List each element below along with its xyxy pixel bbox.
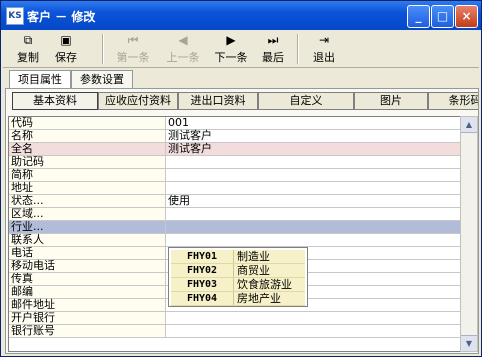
property-label: 区域...: [9, 208, 166, 220]
window-title: 客户 － 修改: [27, 10, 96, 24]
property-value[interactable]: 测试客户: [166, 143, 461, 155]
tab-basic-info[interactable]: 基本资料: [12, 92, 98, 110]
minimize-button[interactable]: _: [407, 5, 430, 28]
property-row[interactable]: 开户银行: [9, 312, 461, 325]
property-row[interactable]: 助记码: [9, 156, 461, 169]
property-row[interactable]: 代码 001: [9, 117, 461, 130]
property-row[interactable]: 联系人: [9, 234, 461, 247]
dropdown-item[interactable]: FHY04 房地产业: [171, 292, 305, 306]
toolbar: ⧉ 复制 ▣ 保存 ⏮ 第一条 ◀ 上一条 ▶ 下一条 ⏭ 最后 ⇥ 退出: [3, 31, 479, 68]
property-label: 状态...: [9, 195, 166, 207]
property-label: 银行账号: [9, 325, 166, 337]
tab-import-export[interactable]: 进出口资料: [178, 92, 258, 110]
property-label: 邮编: [9, 286, 166, 298]
properties-panel: 基本资料 应收应付资料 进出口资料 自定义 图片 条形码 代码 001 名称 测试客…: [5, 88, 479, 354]
industry-name: 房地产业: [237, 292, 281, 305]
prev-icon: ◀: [178, 33, 188, 47]
tab-parameter-settings[interactable]: 参数设置: [71, 70, 133, 88]
copy-icon: ⧉: [23, 33, 33, 47]
property-label: 联系人: [9, 234, 166, 246]
property-value[interactable]: 001: [166, 117, 189, 129]
property-label: 移动电话: [9, 260, 166, 272]
property-value[interactable]: 使用: [166, 195, 190, 207]
property-row-selected[interactable]: 行业...: [9, 221, 461, 234]
first-label: 第一条: [116, 51, 150, 64]
property-label: 开户银行: [9, 312, 166, 324]
last-record-button[interactable]: ⏭ 最后: [257, 32, 289, 66]
property-row[interactable]: 全名 测试客户: [9, 143, 461, 156]
scroll-down-icon[interactable]: ▼: [461, 335, 477, 351]
last-label: 最后: [262, 51, 284, 64]
title-bar[interactable]: KS 客户 － 修改 _ □ ×: [1, 1, 481, 30]
tab-picture[interactable]: 图片: [354, 92, 428, 110]
exit-button[interactable]: ⇥ 退出: [309, 32, 339, 66]
exit-label: 退出: [313, 51, 335, 64]
scroll-up-icon[interactable]: ▲: [461, 117, 477, 133]
property-value[interactable]: [166, 182, 168, 194]
prev-label: 上一条: [166, 51, 200, 64]
property-label: 名称: [9, 130, 166, 142]
property-row[interactable]: 状态... 使用: [9, 195, 461, 208]
industry-code: FHY01: [171, 250, 234, 263]
next-label: 下一条: [214, 51, 248, 64]
property-label: 地址: [9, 182, 166, 194]
property-label: 行业...: [9, 221, 166, 233]
industry-code: FHY04: [171, 292, 234, 305]
property-label: 代码: [9, 117, 166, 129]
property-row[interactable]: 区域...: [9, 208, 461, 221]
copy-button[interactable]: ⧉ 复制: [13, 32, 43, 66]
app-logo-icon: KS: [6, 7, 24, 25]
close-button[interactable]: ×: [455, 5, 478, 28]
property-value[interactable]: [166, 312, 168, 324]
last-icon: ⏭: [267, 33, 279, 47]
property-row[interactable]: 地址: [9, 182, 461, 195]
property-label: 邮件地址: [9, 299, 166, 311]
dropdown-item[interactable]: FHY03 饮食旅游业: [171, 278, 305, 292]
industry-name: 商贸业: [237, 264, 270, 277]
dropdown-item[interactable]: FHY01 制造业: [171, 250, 305, 264]
first-icon: ⏮: [127, 33, 139, 47]
copy-label: 复制: [17, 51, 39, 64]
property-value[interactable]: [166, 221, 461, 233]
industry-code: FHY02: [171, 264, 234, 277]
property-row[interactable]: 简称: [9, 169, 461, 182]
property-value[interactable]: [166, 325, 168, 337]
first-record-button[interactable]: ⏮ 第一条: [111, 32, 155, 66]
property-label: 传真: [9, 273, 166, 285]
inner-tab-strip: 基本资料 应收应付资料 进出口资料 自定义 图片 条形码: [8, 92, 478, 110]
maximize-button[interactable]: □: [431, 5, 454, 28]
toolbar-separator: [102, 34, 104, 64]
property-row[interactable]: 名称 测试客户: [9, 130, 461, 143]
property-label: 助记码: [9, 156, 166, 168]
property-value[interactable]: [166, 208, 168, 220]
dropdown-item[interactable]: FHY02 商贸业: [171, 264, 305, 278]
next-icon: ▶: [226, 33, 236, 47]
next-record-button[interactable]: ▶ 下一条: [209, 32, 253, 66]
exit-icon: ⇥: [318, 33, 330, 47]
property-value[interactable]: [166, 156, 168, 168]
property-value[interactable]: [166, 169, 168, 181]
toolbar-separator: [297, 34, 299, 64]
tab-custom[interactable]: 自定义: [258, 92, 354, 110]
save-icon: ▣: [60, 33, 72, 47]
save-label: 保存: [55, 51, 77, 64]
property-label: 电话: [9, 247, 166, 259]
tab-barcode[interactable]: 条形码: [428, 92, 478, 110]
tab-item-properties[interactable]: 项目属性: [9, 70, 71, 89]
prev-record-button[interactable]: ◀ 上一条: [161, 32, 205, 66]
industry-dropdown: FHY01 制造业 FHY02 商贸业 FHY03 饮食旅游业 FHY04 房地产业: [168, 247, 308, 307]
industry-name: 饮食旅游业: [237, 278, 292, 291]
property-value[interactable]: 测试客户: [166, 130, 212, 142]
property-value[interactable]: [166, 234, 168, 246]
tab-receivable-payable[interactable]: 应收应付资料: [98, 92, 178, 110]
customer-edit-window: KS 客户 － 修改 _ □ × ⧉ 复制 ▣ 保存 ⏮ 第一条 ◀ 上一条 ▶…: [0, 0, 482, 357]
property-grid: 代码 001 名称 测试客户 全名 测试客户 助记码 简称 地址 状态... 使用 区域…: [8, 116, 462, 352]
property-label: 全名: [9, 143, 166, 155]
property-label: 简称: [9, 169, 166, 181]
property-row[interactable]: 银行账号: [9, 325, 461, 338]
industry-name: 制造业: [237, 250, 270, 263]
save-button[interactable]: ▣ 保存: [51, 32, 81, 66]
vertical-scrollbar[interactable]: ▲ ▼: [460, 116, 478, 352]
industry-code: FHY03: [171, 278, 234, 291]
